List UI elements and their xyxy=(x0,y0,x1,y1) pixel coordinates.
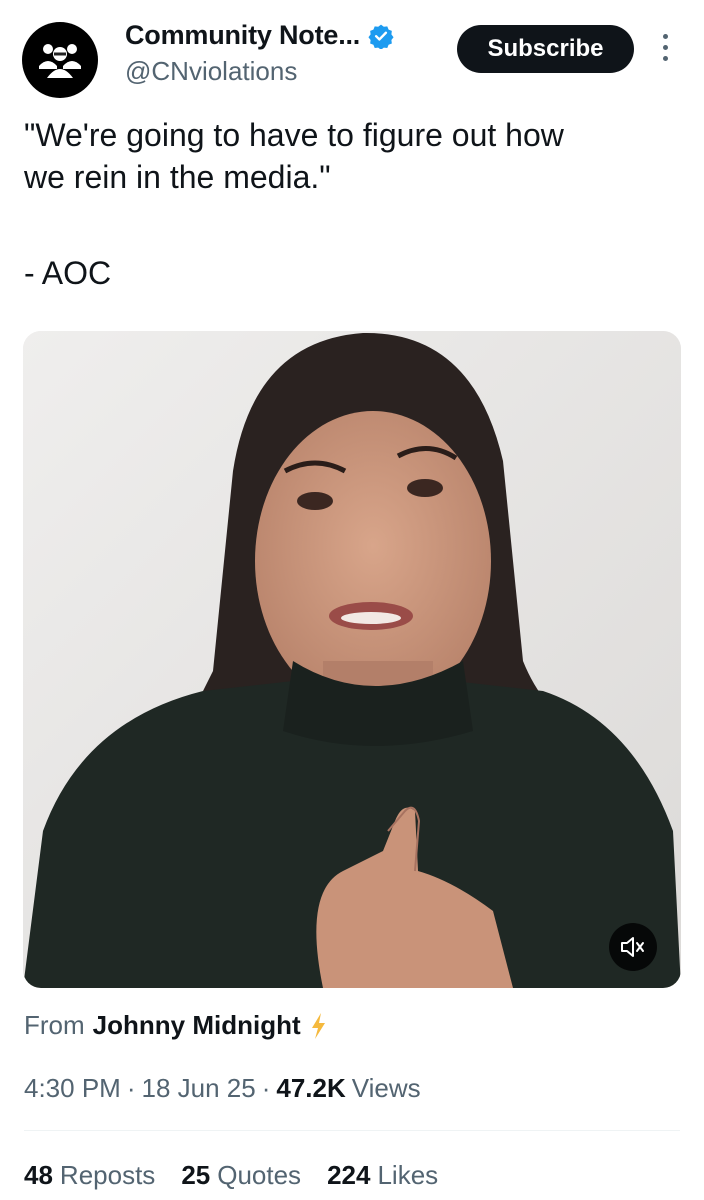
separator: · xyxy=(261,1073,271,1103)
people-group-icon xyxy=(39,44,81,78)
volume-muted-icon xyxy=(621,937,644,957)
mute-button[interactable] xyxy=(609,923,657,971)
stat-label: Reposts xyxy=(59,1160,156,1190)
separator: · xyxy=(126,1073,136,1103)
reposts-stat[interactable]: 48 Reposts xyxy=(24,1160,155,1191)
stat-count: 48 xyxy=(24,1160,53,1190)
tweet-time[interactable]: 4:30 PM xyxy=(24,1073,121,1104)
views-label: Views xyxy=(351,1073,421,1103)
stat-label: Quotes xyxy=(217,1160,302,1190)
subscribe-button[interactable]: Subscribe xyxy=(457,25,634,73)
source-name[interactable]: Johnny Midnight xyxy=(93,1010,301,1041)
engagement-stats: 48 Reposts 25 Quotes 224 Likes xyxy=(24,1160,464,1191)
quotes-stat[interactable]: 25 Quotes xyxy=(181,1160,301,1191)
avatar[interactable] xyxy=(22,22,98,98)
tweet-text-line: "We're going to have to figure out how xyxy=(24,117,564,153)
source-attribution: From Johnny Midnight xyxy=(24,1010,327,1041)
tweet-meta: 4:30 PM · 18 Jun 25 · 47.2K Views xyxy=(24,1073,421,1104)
user-handle[interactable]: @CNviolations xyxy=(125,56,297,87)
tweet-text: "We're going to have to figure out how w… xyxy=(24,114,674,198)
video-player[interactable] xyxy=(23,331,681,988)
from-label: From xyxy=(24,1010,85,1040)
lightning-icon xyxy=(311,1012,325,1039)
stat-count: 224 xyxy=(327,1160,371,1190)
stat-count: 25 xyxy=(181,1160,211,1190)
stat-label: Likes xyxy=(377,1160,439,1190)
tweet-header: Community Note... @CNviolations Subscrib… xyxy=(0,0,704,100)
divider xyxy=(24,1130,680,1131)
tweet-text-line: we rein in the media." xyxy=(24,159,331,195)
tweet-attribution: - AOC xyxy=(24,255,112,291)
more-vertical-icon[interactable] xyxy=(658,34,672,68)
display-name-row[interactable]: Community Note... xyxy=(125,20,394,51)
likes-stat[interactable]: 224 Likes xyxy=(327,1160,438,1191)
tweet-date[interactable]: 18 Jun 25 xyxy=(142,1073,256,1104)
display-name[interactable]: Community Note... xyxy=(125,20,360,51)
verified-badge-icon xyxy=(368,24,394,49)
views-count: 47.2K xyxy=(276,1073,346,1103)
video-frame xyxy=(23,331,681,988)
